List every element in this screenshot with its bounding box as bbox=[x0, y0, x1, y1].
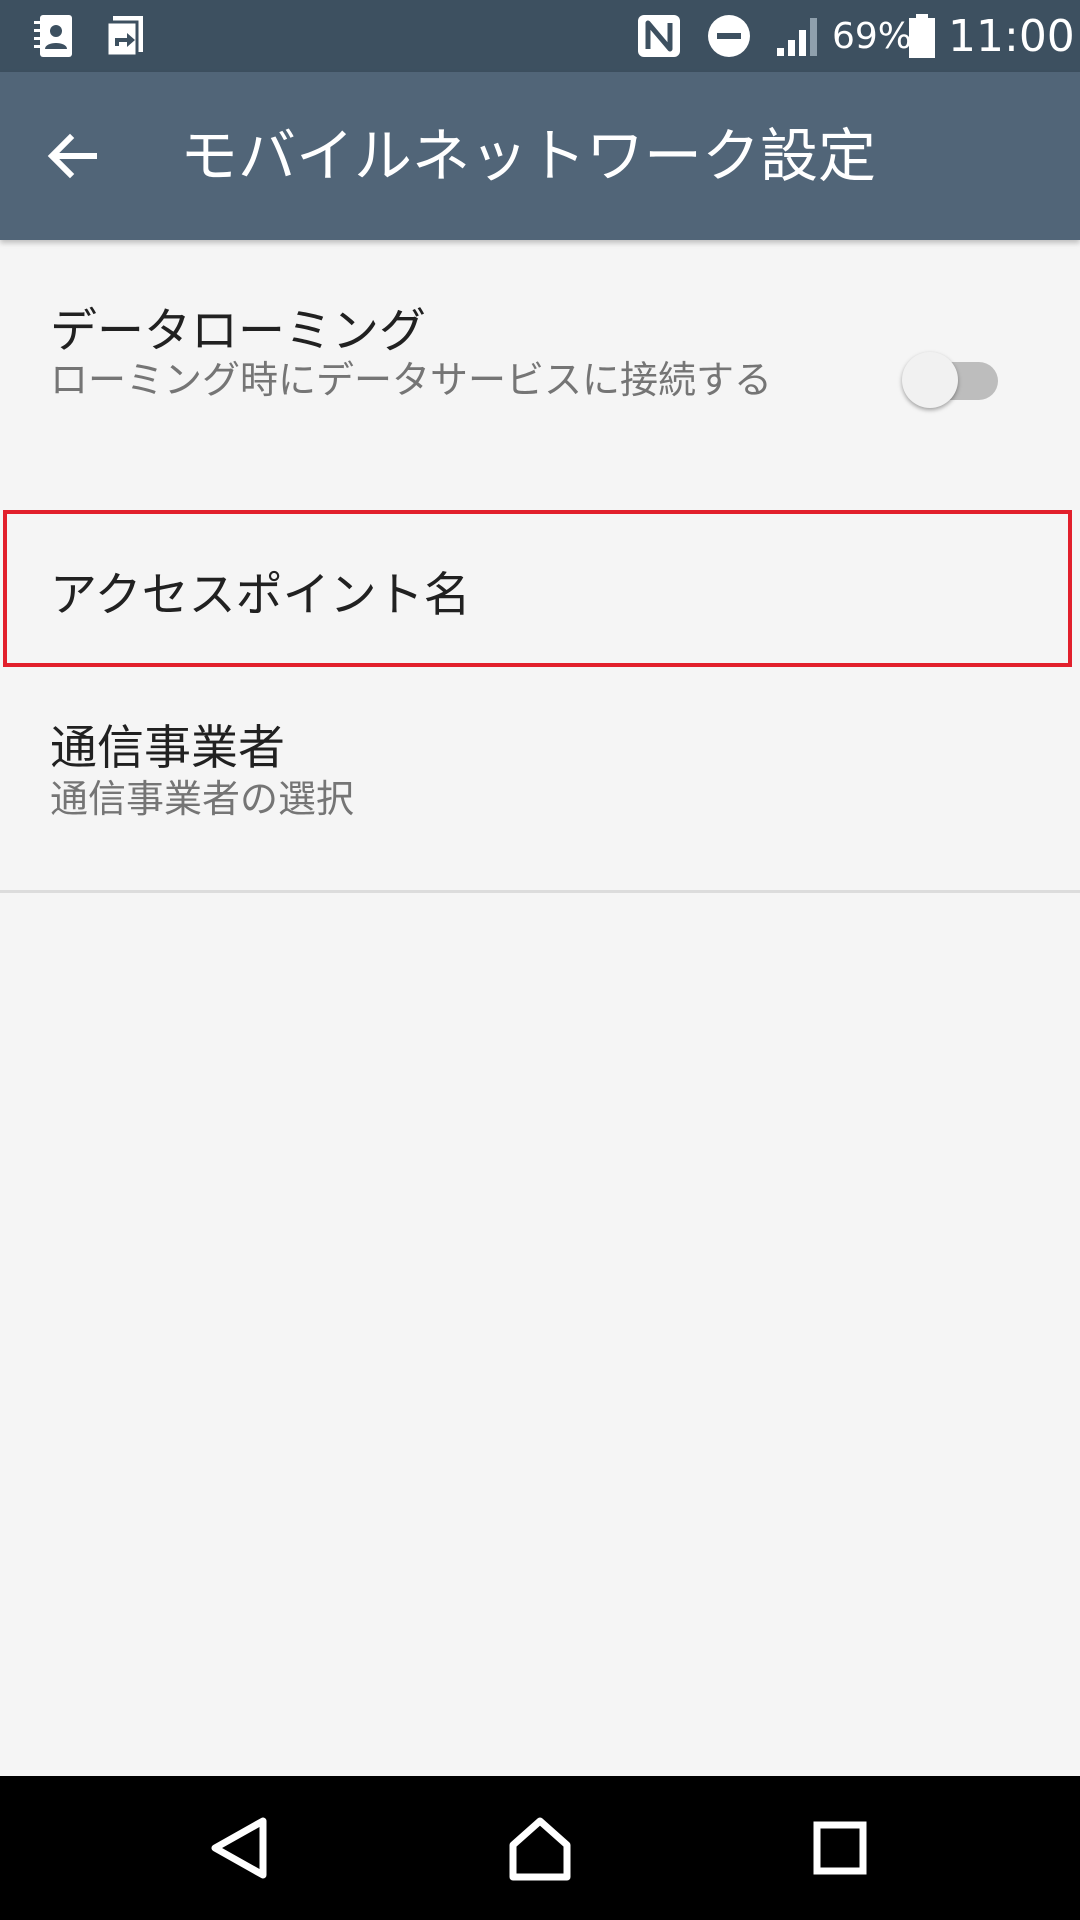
clock: 11:00 bbox=[948, 11, 1075, 62]
access-point-names-item[interactable]: アクセスポイント名 bbox=[0, 510, 1080, 667]
data-roaming-item[interactable]: データローミング ローミング時にデータサービスに接続する bbox=[0, 240, 1080, 510]
data-roaming-title: データローミング bbox=[50, 304, 426, 359]
network-operators-summary: 通信事業者の選択 bbox=[50, 777, 355, 821]
toggle-thumb bbox=[902, 352, 958, 408]
nav-home-button[interactable] bbox=[490, 1798, 590, 1898]
battery-icon bbox=[906, 0, 938, 72]
cell-signal-icon bbox=[774, 0, 824, 72]
status-bar: 69% 11:00 bbox=[0, 0, 1080, 72]
home-icon bbox=[509, 1817, 571, 1881]
do-not-disturb-icon bbox=[704, 0, 754, 72]
network-operators-item[interactable]: 通信事業者 通信事業者の選択 bbox=[0, 667, 1080, 890]
transfer-icon bbox=[100, 0, 150, 72]
page-title: モバイルネットワーク設定 bbox=[180, 122, 877, 190]
divider bbox=[0, 890, 1080, 893]
access-point-names-title: アクセスポイント名 bbox=[50, 568, 471, 623]
navigation-bar bbox=[0, 1776, 1080, 1920]
nav-back-button[interactable] bbox=[190, 1798, 290, 1898]
battery-percent: 69% bbox=[832, 16, 913, 57]
contacts-icon bbox=[28, 0, 80, 72]
arrow-back-icon bbox=[47, 133, 97, 179]
data-roaming-summary: ローミング時にデータサービスに接続する bbox=[50, 358, 773, 402]
back-button[interactable] bbox=[30, 114, 114, 198]
nav-recents-button[interactable] bbox=[790, 1798, 890, 1898]
network-operators-title: 通信事業者 bbox=[50, 721, 285, 776]
recents-icon bbox=[813, 1821, 867, 1875]
data-roaming-toggle[interactable] bbox=[902, 348, 998, 408]
app-bar: モバイルネットワーク設定 bbox=[0, 72, 1080, 240]
nfc-icon bbox=[634, 0, 684, 72]
back-triangle-icon bbox=[211, 1817, 267, 1879]
